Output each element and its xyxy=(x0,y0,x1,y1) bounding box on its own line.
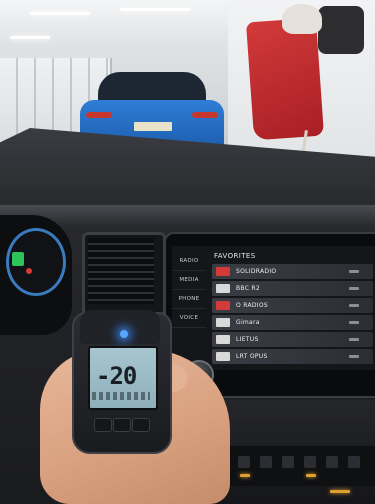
dashboard-ridge xyxy=(0,205,375,225)
station-logo-icon xyxy=(216,284,230,293)
thermometer-sensor-head xyxy=(80,310,160,344)
thermometer-button[interactable] xyxy=(132,418,150,432)
dark-package xyxy=(318,6,364,54)
station-options-icon[interactable] xyxy=(349,304,359,307)
temperature-reading: -20 xyxy=(96,362,137,390)
car-taillight xyxy=(192,112,218,118)
station-options-icon[interactable] xyxy=(349,355,359,358)
station-logo-icon xyxy=(216,318,230,327)
station-row[interactable]: O RADIOS xyxy=(212,298,373,313)
station-name: Gimara xyxy=(236,319,260,326)
station-row[interactable]: LIETUS xyxy=(212,332,373,347)
air-vent-slats xyxy=(88,238,154,304)
station-name: O RADIOS xyxy=(236,302,268,309)
station-row[interactable]: LRT OPUS xyxy=(212,349,373,364)
ceiling-light xyxy=(10,36,50,39)
ceiling-light xyxy=(30,12,90,15)
red-ornament xyxy=(245,17,325,141)
thermometer-buttons xyxy=(92,418,150,432)
red-indicator xyxy=(26,268,32,274)
infotainment-sidebar: RADIO MEDIA PHONE VOICE xyxy=(172,252,206,332)
climate-button[interactable] xyxy=(348,456,360,468)
station-logo-icon xyxy=(216,335,230,344)
amber-indicator xyxy=(240,474,250,477)
car-license-plate xyxy=(134,122,172,131)
station-logo-icon xyxy=(216,301,230,310)
climate-button[interactable] xyxy=(238,456,250,468)
station-list: FAVORITES SOLIDRADIO BBC R2 O RADIOS Gim… xyxy=(208,250,375,366)
climate-button[interactable] xyxy=(260,456,272,468)
station-name: LIETUS xyxy=(236,336,259,343)
amber-indicator xyxy=(306,474,316,477)
station-row[interactable]: SOLIDRADIO xyxy=(212,264,373,279)
ornament-top xyxy=(282,4,322,34)
station-row[interactable]: Gimara xyxy=(212,315,373,330)
sidebar-radio-button[interactable]: RADIO xyxy=(172,252,206,271)
climate-button[interactable] xyxy=(304,456,316,468)
thermometer-button[interactable] xyxy=(94,418,112,432)
station-list-title: FAVORITES xyxy=(214,252,256,260)
station-row[interactable]: BBC R2 xyxy=(212,281,373,296)
station-name: BBC R2 xyxy=(236,285,261,292)
station-options-icon[interactable] xyxy=(349,338,359,341)
sidebar-media-button[interactable]: MEDIA xyxy=(172,271,206,290)
amber-indicator xyxy=(330,490,350,493)
thermometer-button[interactable] xyxy=(113,418,131,432)
car-taillight xyxy=(86,112,112,118)
station-logo-icon xyxy=(216,267,230,276)
climate-button[interactable] xyxy=(282,456,294,468)
station-name: SOLIDRADIO xyxy=(236,268,277,275)
sidebar-phone-button[interactable]: PHONE xyxy=(172,290,206,309)
station-options-icon[interactable] xyxy=(349,321,359,324)
green-indicator xyxy=(12,252,24,266)
station-options-icon[interactable] xyxy=(349,287,359,290)
sidebar-voice-button[interactable]: VOICE xyxy=(172,309,206,328)
climate-button[interactable] xyxy=(326,456,338,468)
station-options-icon[interactable] xyxy=(349,270,359,273)
ceiling-light xyxy=(120,8,190,11)
station-logo-icon xyxy=(216,352,230,361)
laser-indicator-icon xyxy=(120,330,128,338)
photo-scene: RADIO MEDIA PHONE VOICE FAVORITES SOLIDR… xyxy=(0,0,375,504)
station-name: LRT OPUS xyxy=(236,353,268,360)
display-status-segments xyxy=(92,392,150,400)
